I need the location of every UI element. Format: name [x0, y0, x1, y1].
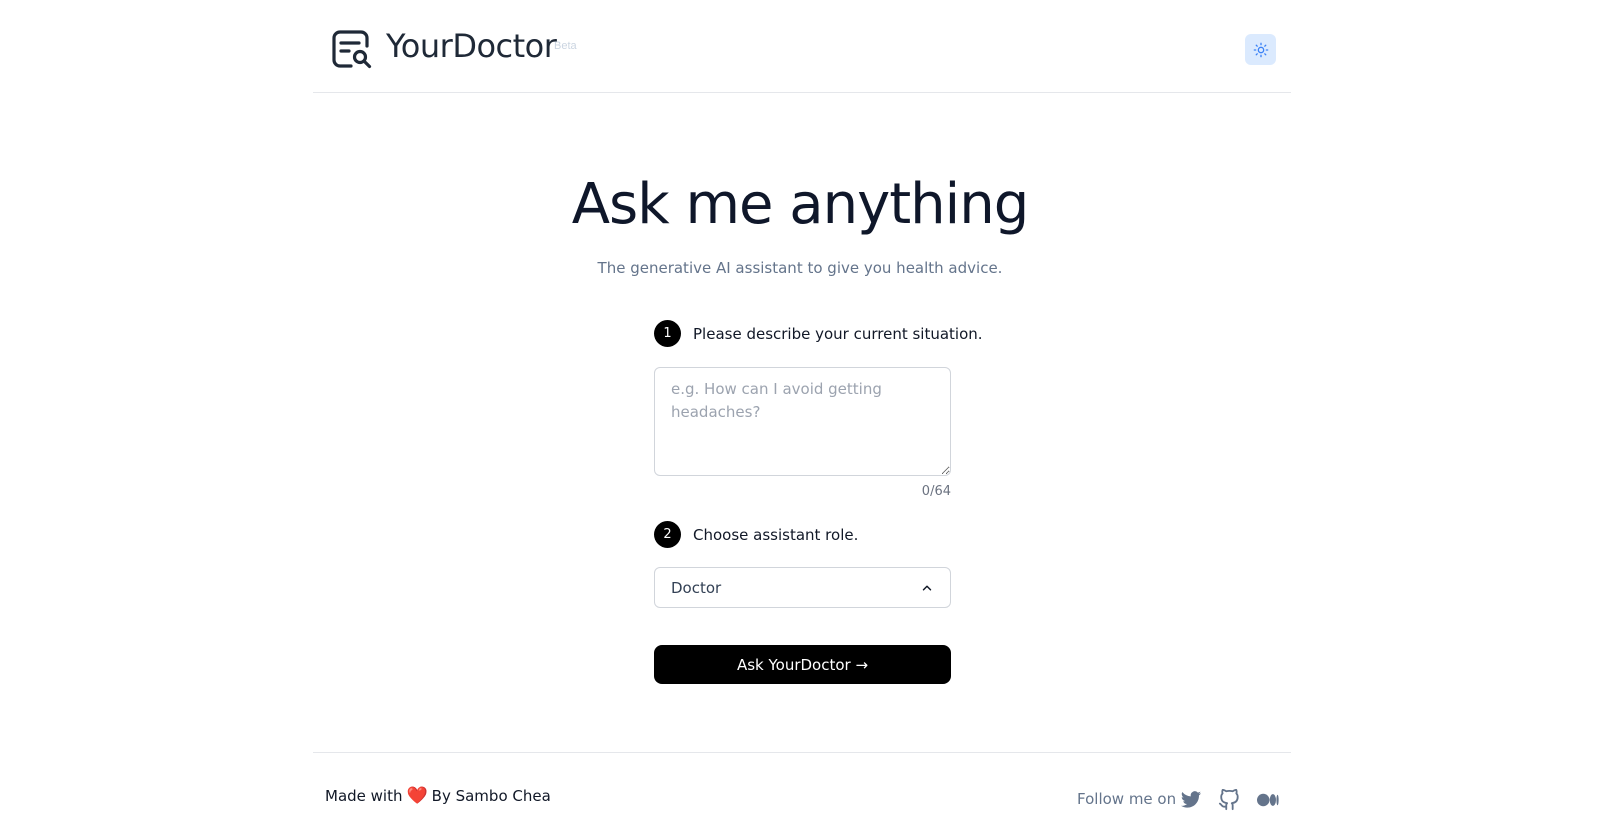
medium-icon[interactable] [1256, 789, 1280, 811]
heart-icon: ❤️ [406, 786, 428, 806]
step-1-label: Please describe your current situation. [693, 324, 983, 343]
page-title: Ask me anything [571, 172, 1030, 237]
character-counter: 0/64 [921, 484, 951, 499]
github-icon[interactable] [1218, 789, 1240, 811]
beta-badge: Beta [554, 40, 577, 52]
page-subtitle: The generative AI assistant to give you … [597, 259, 1003, 277]
step-1-number: 1 [654, 320, 681, 347]
chevron-up-icon [922, 585, 932, 590]
theme-toggle-button[interactable] [1245, 34, 1276, 65]
ask-button[interactable]: Ask YourDoctor → [654, 645, 951, 684]
twitter-icon[interactable] [1180, 789, 1202, 811]
footer-divider [313, 752, 1291, 753]
step-2: 2 Choose assistant role. [654, 521, 858, 548]
sun-icon [1253, 42, 1268, 57]
situation-textarea[interactable] [654, 367, 951, 476]
role-select[interactable]: Doctor [654, 567, 951, 608]
header: YourDoctor Beta [313, 0, 1291, 93]
step-2-number: 2 [654, 521, 681, 548]
step-1: 1 Please describe your current situation… [654, 320, 983, 347]
role-select-value: Doctor [671, 578, 722, 597]
author-credit: By Sambo Chea [431, 787, 551, 805]
follow-label: Follow me on [1077, 790, 1177, 808]
step-2-label: Choose assistant role. [693, 525, 859, 544]
made-with-prefix: Made with [325, 787, 403, 805]
brand-title: YourDoctor [386, 27, 557, 65]
made-with-credit: Made with ❤️ By Sambo Chea [325, 786, 551, 806]
search-document-logo-icon [332, 30, 372, 69]
